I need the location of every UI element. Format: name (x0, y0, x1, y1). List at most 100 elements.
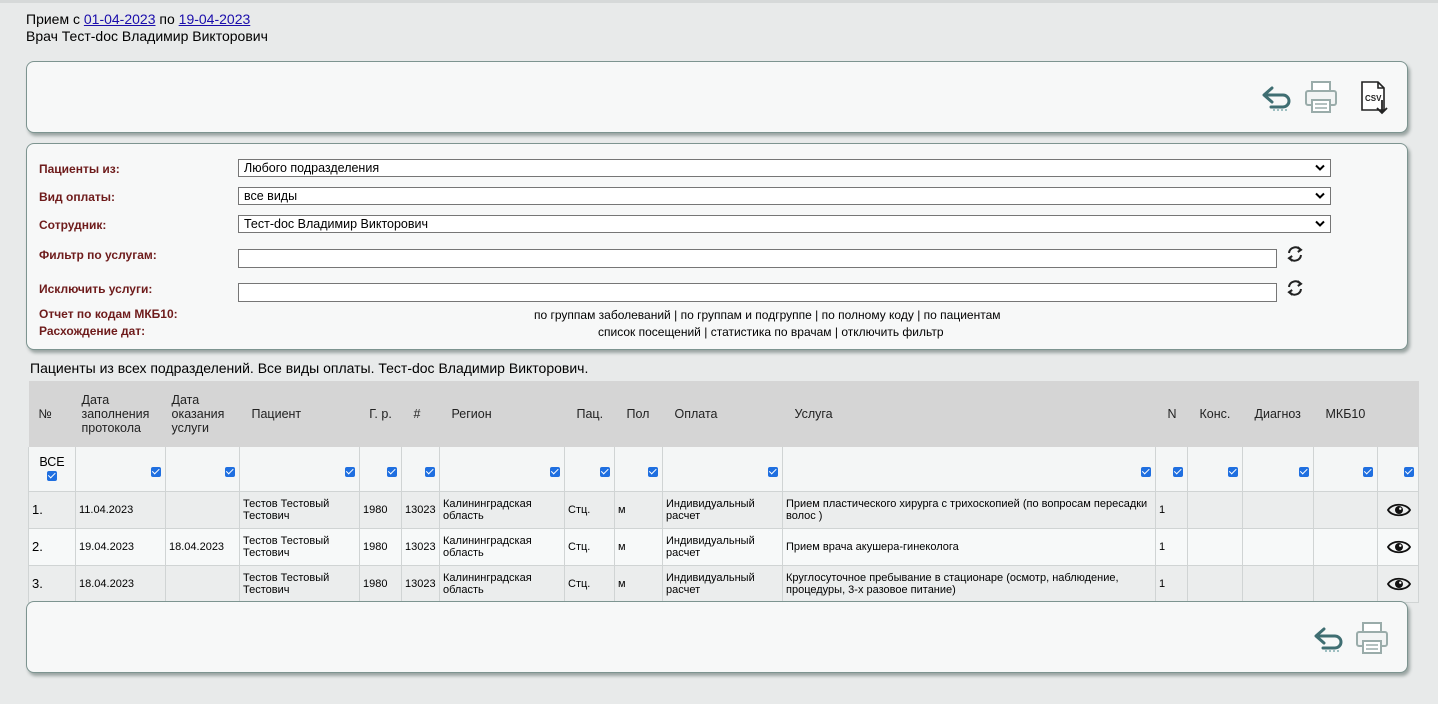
column-checkbox[interactable] (225, 466, 235, 477)
patients-from-label: Пациенты из: (39, 162, 120, 176)
protocol-date-cell: 19.04.2023 (75, 528, 166, 566)
row-number-cell: 2. (28, 528, 76, 566)
visits-list-link[interactable]: список посещений (598, 325, 701, 339)
employee-select[interactable]: Тест-doc Владимир Викторович (238, 215, 1331, 233)
column-checkbox[interactable] (387, 466, 397, 477)
column-checkbox-cell (75, 447, 166, 492)
col-header[interactable]: Дата оказания услуги (165, 381, 240, 447)
table-row[interactable]: 3. 18.04.2023 Тестов Тестовый Тестович 1980… (28, 565, 1419, 603)
patient-name-cell: Тестов Тестовый Тестович (239, 528, 360, 566)
patient-name-cell: Тестов Тестовый Тестович (239, 565, 360, 603)
date-range-line: Прием с 01-04-2023 по 19-04-2023 (26, 11, 268, 28)
separator: | (815, 308, 819, 322)
column-checkbox[interactable] (1228, 466, 1238, 477)
payment-type-select[interactable]: все виды (238, 187, 1331, 205)
service-filter-input[interactable] (238, 249, 1277, 268)
eye-icon[interactable] (1386, 576, 1411, 592)
patient-name-cell: Тестов Тестовый Тестович (239, 491, 360, 529)
column-checkbox[interactable] (768, 466, 778, 477)
column-checkbox-cell (239, 447, 360, 492)
separator: | (917, 308, 921, 322)
back-arrow-icon[interactable] (1311, 623, 1347, 655)
select-all-label: ВСЕ (39, 455, 65, 469)
col-header[interactable]: Пац. (564, 381, 615, 447)
filter-panel: Пациенты из: Любого подразделения Вид оп… (26, 143, 1408, 350)
col-header[interactable]: № (28, 381, 76, 447)
column-checkbox[interactable] (345, 466, 355, 477)
date-from-link[interactable]: 01-04-2023 (84, 11, 156, 27)
patient-type-cell: Стц. (564, 565, 615, 603)
patients-from-select[interactable]: Любого подразделения (238, 159, 1331, 177)
col-header[interactable]: Оплата (662, 381, 783, 447)
col-header[interactable]: Конс. (1187, 381, 1243, 447)
column-checkbox[interactable] (1404, 466, 1414, 477)
column-checkbox[interactable] (1299, 466, 1309, 477)
column-checkbox[interactable] (600, 466, 610, 477)
col-header[interactable]: Услуга (782, 381, 1156, 447)
column-checkbox-cell (1187, 447, 1243, 492)
column-checkbox[interactable] (425, 466, 435, 477)
sex-cell: м (614, 528, 663, 566)
table-row[interactable]: 2. 19.04.2023 18.04.2023 Тестов Тестовый Те… (28, 528, 1419, 566)
table-row[interactable]: 1. 11.04.2023 Тестов Тестовый Тестович 1980… (28, 491, 1419, 529)
back-arrow-icon[interactable] (1259, 82, 1295, 114)
region-cell: Калининградская область (439, 528, 565, 566)
patient-type-cell: Стц. (564, 528, 615, 566)
payment-type-label: Вид оплаты: (39, 190, 115, 204)
region-cell: Калининградская область (439, 491, 565, 529)
refresh-icon[interactable] (1285, 278, 1305, 298)
employee-label: Сотрудник: (39, 218, 107, 232)
col-header[interactable]: Дата заполнения протокола (75, 381, 166, 447)
date-to-link[interactable]: 19-04-2023 (179, 11, 251, 27)
column-checkbox[interactable] (151, 466, 161, 477)
birth-year-cell: 1980 (359, 528, 402, 566)
payment-type-cell: Индивидуальный расчет (662, 565, 783, 603)
birth-year-cell: 1980 (359, 565, 402, 603)
filter-summary: Пациенты из всех подразделений. Все виды… (30, 360, 589, 376)
record-id-cell: 13023 (401, 528, 440, 566)
report-header: Прием с 01-04-2023 по 19-04-2023 Врач Те… (26, 11, 268, 45)
quantity-cell: 1 (1155, 491, 1188, 529)
eye-icon[interactable] (1386, 502, 1411, 518)
col-header[interactable]: Регион (439, 381, 565, 447)
column-checkbox-cell (359, 447, 402, 492)
sex-cell: м (614, 565, 663, 603)
view-cell (1377, 528, 1419, 566)
printer-icon[interactable] (1303, 79, 1339, 115)
top-border (0, 0, 1438, 3)
employee-value: Тест-doc Владимир Викторович (244, 217, 429, 231)
column-checkbox-cell (782, 447, 1156, 492)
svg-text:CSV: CSV (1365, 94, 1382, 103)
doctor-stats-link[interactable]: статистика по врачам (711, 325, 832, 339)
refresh-icon[interactable] (1285, 244, 1305, 264)
region-cell: Калининградская область (439, 565, 565, 603)
mkb-link-by-patients[interactable]: по пациентам (924, 308, 1001, 322)
mkb-link-full-code[interactable]: по полному коду (822, 308, 914, 322)
col-header[interactable]: Г. р. (359, 381, 402, 447)
col-header[interactable]: Диагноз (1242, 381, 1314, 447)
chevron-down-icon (1315, 220, 1325, 227)
csv-export-icon[interactable]: CSV (1358, 80, 1392, 116)
disable-filter-link[interactable]: отключить фильтр (841, 325, 943, 339)
column-checkbox[interactable] (648, 466, 658, 477)
printer-icon[interactable] (1354, 620, 1390, 656)
col-header[interactable]: Пациент (239, 381, 360, 447)
mkb-link-groups-subgroups[interactable]: по группам и подгруппе (681, 308, 812, 322)
chevron-down-icon (1315, 164, 1325, 171)
col-header[interactable]: МКБ10 (1313, 381, 1378, 447)
table-header-row: № Дата заполнения протокола Дата оказани… (28, 381, 1419, 447)
column-checkbox-cell (564, 447, 615, 492)
col-header[interactable]: Пол (614, 381, 663, 447)
column-select-row: ВСЕ (28, 447, 1419, 492)
select-all-checkbox[interactable] (47, 470, 57, 481)
consultation-cell (1187, 565, 1243, 603)
col-header[interactable]: N (1155, 381, 1188, 447)
exclude-services-input[interactable] (238, 283, 1277, 302)
col-header[interactable]: # (401, 381, 440, 447)
mkb-link-disease-groups[interactable]: по группам заболеваний (534, 308, 671, 322)
eye-icon[interactable] (1386, 539, 1411, 555)
column-checkbox[interactable] (550, 466, 560, 477)
column-checkbox[interactable] (1363, 466, 1373, 477)
column-checkbox[interactable] (1173, 466, 1183, 477)
column-checkbox[interactable] (1141, 466, 1151, 477)
